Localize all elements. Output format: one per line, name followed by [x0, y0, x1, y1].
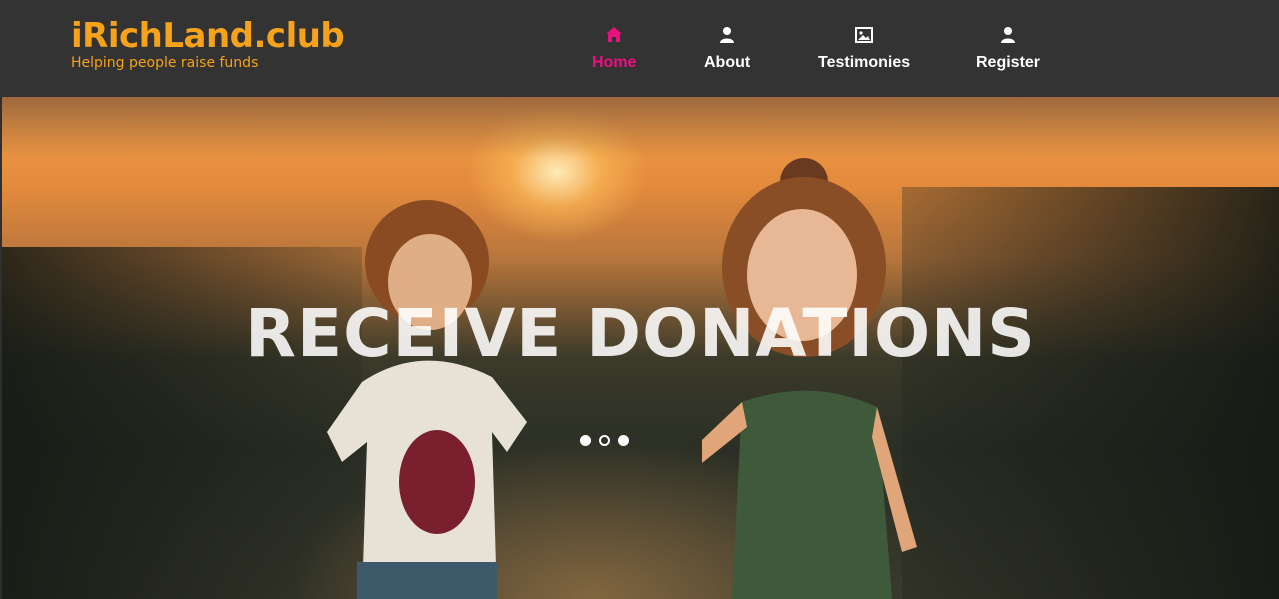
home-icon	[606, 27, 623, 42]
nav-item-about[interactable]: About	[704, 26, 750, 73]
user-icon	[1001, 27, 1016, 43]
child-boy-image	[327, 200, 527, 599]
nav-item-label[interactable]: Testimonies	[818, 53, 910, 73]
main-nav: Home About Testimonies Register	[0, 26, 1279, 76]
slider-dot-3[interactable]	[618, 435, 629, 446]
image-icon	[855, 27, 874, 43]
user-icon	[720, 27, 735, 43]
nav-item-label[interactable]: Home	[592, 53, 636, 73]
nav-item-testimonies[interactable]: Testimonies	[818, 26, 910, 73]
site-header: iRichLand.club Helping people raise fund…	[0, 0, 1279, 97]
slider-dot-2[interactable]	[599, 435, 610, 446]
slider-dot-1[interactable]	[580, 435, 591, 446]
hero-sky	[2, 97, 1279, 157]
hero-headline: RECEIVE DONATIONS	[245, 295, 1036, 372]
hero-trees-right	[902, 187, 1279, 599]
nav-item-label[interactable]: Register	[976, 53, 1040, 73]
nav-item-home[interactable]: Home	[592, 26, 636, 73]
nav-item-register[interactable]: Register	[976, 26, 1040, 73]
slider-pagination	[580, 435, 629, 446]
nav-item-label[interactable]: About	[704, 53, 750, 73]
hero-slider: RECEIVE DONATIONS	[2, 97, 1279, 599]
